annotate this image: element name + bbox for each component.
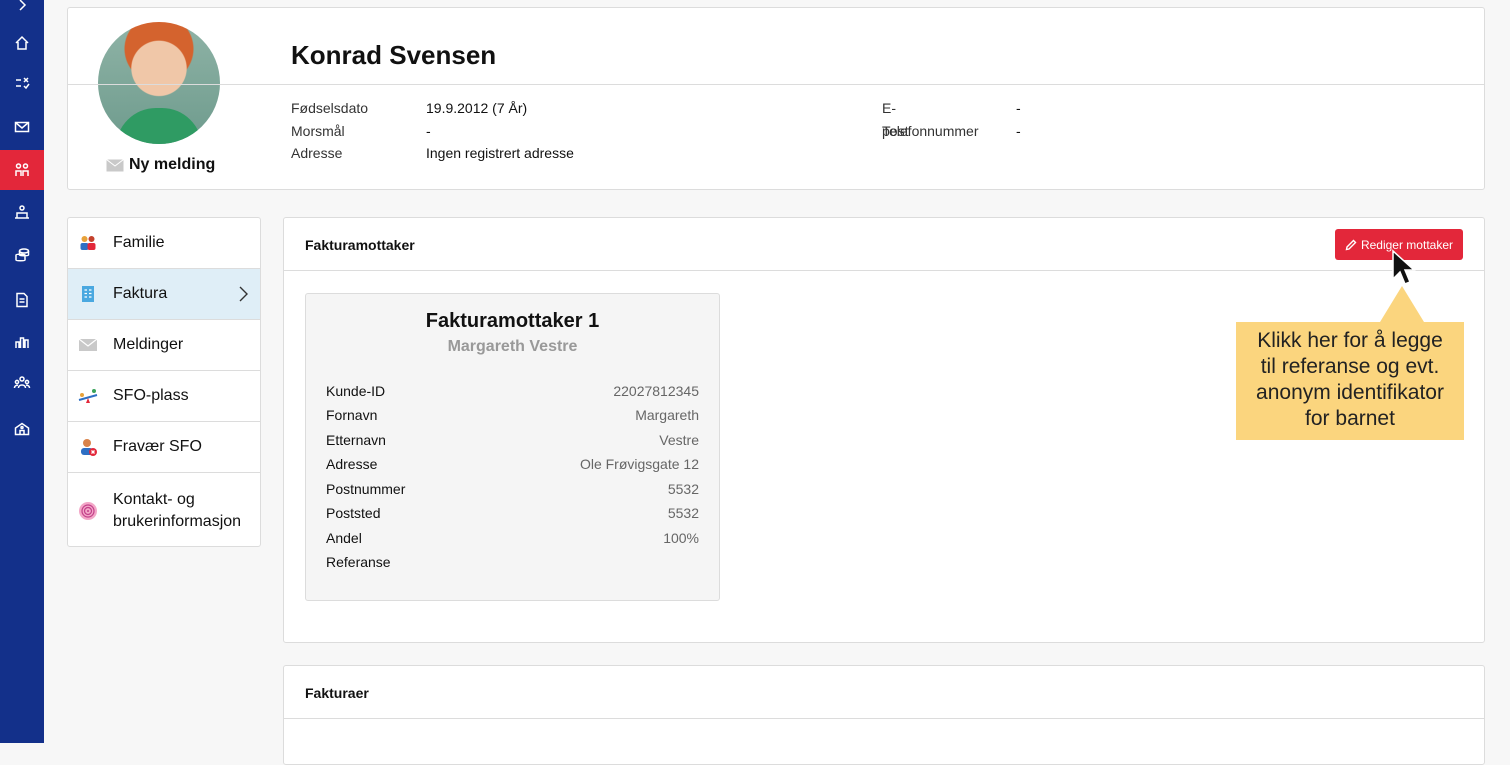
row-value: Ole Frøvigsgate 12 — [579, 456, 699, 472]
invoice-icon — [78, 284, 98, 304]
profile-card: Ny melding Konrad Svensen Fødselsdato 19… — [67, 7, 1485, 190]
chart-icon[interactable] — [0, 327, 44, 357]
tooltip-line: anonym identifikator — [1256, 381, 1444, 404]
classroom-icon[interactable] — [0, 197, 44, 227]
chevron-right-icon[interactable] — [0, 0, 44, 20]
nav-label-meldinger: Meldinger — [113, 336, 184, 353]
mother-tongue-value: - — [426, 123, 431, 139]
row-value: 5532 — [667, 505, 699, 521]
tooltip-arrow — [1380, 286, 1424, 322]
nav-label-kontakt-line2: brukerinformasjon — [113, 512, 242, 530]
recipient-card-subtitle: Margareth Vestre — [447, 338, 578, 355]
fingerprint-icon — [78, 501, 98, 521]
phone-value: - — [1016, 123, 1021, 139]
row-value: 100% — [663, 530, 699, 546]
envelope-icon — [106, 158, 124, 171]
email-value: - — [1016, 100, 1021, 116]
divider — [68, 84, 1484, 85]
table-row: Etternavn Vestre — [326, 432, 699, 456]
mouse-cursor-icon — [1392, 249, 1416, 285]
panel-title: Fakturamottaker — [305, 237, 415, 253]
row-key: Poststed — [326, 505, 381, 521]
address-value: Ingen registrert adresse — [426, 145, 574, 161]
row-key: Andel — [326, 530, 362, 546]
nav-item-kontakt[interactable]: Kontakt- og brukerinformasjon — [68, 473, 260, 546]
absence-icon — [78, 437, 98, 457]
nav-label-sfo-plass: SFO-plass — [113, 387, 189, 404]
tooltip: Klikk her for å legge til referanse og e… — [1236, 322, 1464, 440]
tooltip-line: Klikk her for å legge — [1257, 329, 1443, 352]
nav-item-sfo-plass[interactable]: SFO-plass — [68, 371, 260, 422]
row-value: Margareth — [635, 407, 699, 423]
recipient-card: Fakturamottaker 1 Margareth Vestre Kunde… — [305, 293, 720, 601]
row-key: Adresse — [326, 456, 378, 472]
avatar — [98, 22, 220, 144]
table-row: Poststed 5532 — [326, 505, 699, 529]
new-message-label: Ny melding — [129, 156, 216, 173]
phone-label: Telefonnummer — [882, 123, 979, 139]
family-icon — [78, 233, 98, 253]
mother-tongue-label: Morsmål — [291, 123, 345, 139]
address-label: Adresse — [291, 145, 343, 161]
side-rail — [0, 0, 44, 743]
divider — [284, 718, 1484, 719]
row-key: Postnummer — [326, 481, 406, 497]
nav-item-faktura[interactable]: Faktura — [68, 269, 260, 320]
divider — [284, 270, 1484, 271]
groups-icon[interactable] — [0, 368, 44, 398]
birthdate-label: Fødselsdato — [291, 100, 369, 116]
nav-item-fravaer-sfo[interactable]: Fravær SFO — [68, 422, 260, 473]
nav-item-familie[interactable]: Familie — [68, 218, 260, 269]
nav-label-kontakt-line1: Kontakt- og — [113, 490, 195, 508]
row-key: Kunde-ID — [326, 383, 386, 399]
sub-navigation: Familie Faktura Meldinger SFO-plass Frav… — [67, 217, 261, 547]
table-row: Fornavn Margareth — [326, 407, 699, 431]
row-value: Vestre — [659, 432, 699, 448]
table-row: Postnummer 5532 — [326, 481, 699, 505]
row-key: Fornavn — [326, 407, 378, 423]
table-row: Adresse Ole Frøvigsgate 12 — [326, 456, 699, 480]
envelope-icon — [78, 335, 98, 355]
table-row: Referanse — [326, 554, 699, 578]
pencil-icon — [1345, 239, 1357, 250]
table-row: Kunde-ID 22027812345 — [326, 383, 699, 407]
mail-icon[interactable] — [0, 112, 44, 142]
new-message-button[interactable]: Ny melding — [106, 156, 215, 174]
document-icon[interactable] — [0, 285, 44, 315]
nav-item-meldinger[interactable]: Meldinger — [68, 320, 260, 371]
person-name: Konrad Svensen — [291, 40, 497, 70]
seesaw-icon — [78, 386, 98, 406]
tooltip-line: for barnet — [1305, 407, 1395, 430]
row-value: 5532 — [667, 481, 699, 497]
coins-icon[interactable] — [0, 240, 44, 270]
row-key: Etternavn — [326, 432, 386, 448]
row-key: Referanse — [326, 554, 391, 570]
table-row: Andel 100% — [326, 530, 699, 554]
nav-label-familie: Familie — [113, 234, 165, 251]
fakturaer-panel: Fakturaer — [283, 665, 1485, 765]
birthdate-value: 19.9.2012 (7 År) — [426, 100, 528, 116]
school-icon[interactable] — [0, 413, 44, 443]
chevron-right-icon — [239, 286, 248, 302]
children-icon[interactable] — [0, 150, 44, 190]
row-value: 22027812345 — [613, 383, 699, 399]
tooltip-line: til referanse og evt. — [1260, 355, 1440, 378]
tasks-icon[interactable] — [0, 68, 44, 98]
recipient-card-title: Fakturamottaker 1 — [425, 310, 600, 332]
home-icon[interactable] — [0, 28, 44, 58]
panel-title: Fakturaer — [305, 685, 369, 701]
nav-label-faktura: Faktura — [113, 285, 168, 302]
nav-label-fravaer-sfo: Fravær SFO — [113, 438, 202, 455]
